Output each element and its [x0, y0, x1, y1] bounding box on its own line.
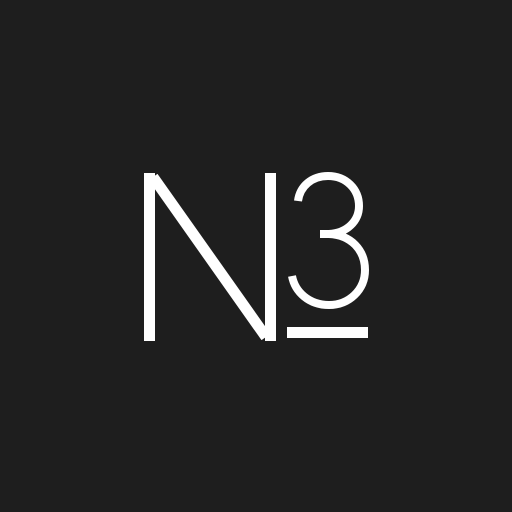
app-icon-canvas [0, 0, 512, 512]
n3-monogram-icon [0, 0, 512, 512]
ordinal-underline [287, 327, 368, 338]
background [0, 0, 512, 512]
